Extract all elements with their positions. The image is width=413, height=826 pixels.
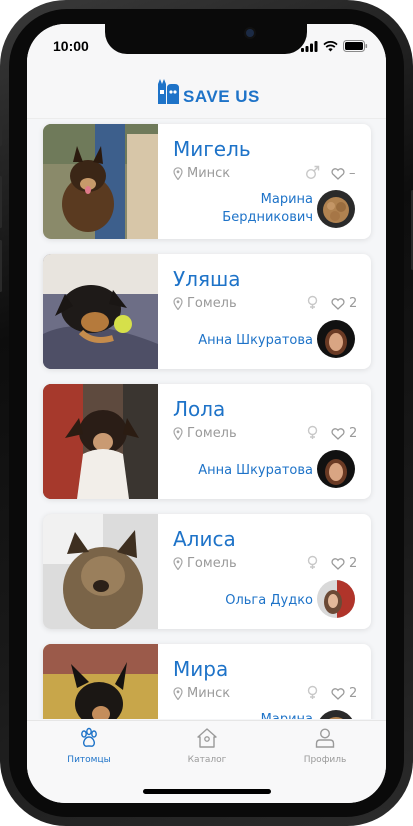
owner-name-line: Анна Шкуратова (198, 463, 313, 478)
status-icons (301, 40, 368, 52)
pet-location: Гомель (173, 426, 237, 441)
pet-city: Гомель (187, 556, 237, 571)
owner-avatar[interactable] (317, 710, 355, 719)
tab-pets[interactable]: Питомцы (39, 727, 139, 765)
pet-location: Минск (173, 686, 230, 701)
home-icon (197, 728, 217, 748)
app-logo: SAVE US (155, 76, 260, 106)
pet-likes[interactable]: – (331, 166, 356, 181)
female-icon (307, 295, 318, 309)
owner-name-line: Анна Шкуратова (198, 333, 313, 348)
pet-location: Гомель (173, 556, 237, 571)
heart-icon[interactable] (331, 297, 345, 310)
likes-count: 2 (349, 686, 358, 701)
owner-name[interactable]: Анна Шкуратова (153, 462, 313, 480)
location-pin-icon (173, 427, 183, 440)
location-pin-icon (173, 297, 183, 310)
pet-location: Минск (173, 166, 230, 181)
pet-card-ulyasha[interactable]: Уляша Гомель 2 Анна Шкуратова (43, 254, 371, 369)
likes-count: – (349, 166, 356, 181)
battery-icon (343, 40, 368, 52)
owner-avatar[interactable] (317, 580, 355, 618)
pet-name: Мира (173, 657, 229, 681)
paw-icon (81, 727, 97, 747)
owner-name[interactable]: Марина Бердникович (153, 191, 313, 227)
location-pin-icon (173, 687, 183, 700)
owner-name-line: Ольга Дудко (225, 593, 313, 608)
heart-icon[interactable] (331, 557, 345, 570)
female-icon (307, 425, 318, 439)
pet-photo (43, 384, 158, 499)
location-pin-icon (173, 167, 183, 180)
mute-switch (0, 118, 2, 146)
pet-city: Гомель (187, 296, 237, 311)
owner-name-line: Бердникович (222, 210, 313, 225)
tab-catalog[interactable]: Каталог (157, 727, 257, 765)
pet-city: Гомель (187, 426, 237, 441)
pet-likes[interactable]: 2 (331, 426, 357, 441)
male-icon (305, 165, 320, 180)
pet-location: Гомель (173, 296, 237, 311)
tab-label: Профиль (303, 755, 347, 765)
pet-likes[interactable]: 2 (331, 686, 357, 701)
volume-up-button (0, 176, 2, 228)
pet-photo (43, 124, 158, 239)
female-icon (307, 685, 318, 699)
owner-name[interactable]: Ольга Дудко (153, 592, 313, 610)
app-screen: 10:00 SAVE US Мигель Минск – Марина Берд… (27, 24, 386, 803)
pet-name: Лола (173, 397, 226, 421)
logo-animals-icon (158, 79, 179, 104)
pet-likes[interactable]: 2 (331, 296, 357, 311)
volume-down-button (0, 240, 2, 292)
logo-text: SAVE US (183, 87, 260, 106)
tab-bar: Питомцы Каталог Профиль (27, 720, 386, 803)
owner-avatar[interactable] (317, 190, 355, 228)
heart-icon[interactable] (331, 687, 345, 700)
front-camera (246, 29, 254, 37)
owner-name[interactable]: Марина (153, 711, 313, 719)
pet-card-mira[interactable]: Мира Минск 2 (43, 644, 371, 719)
tab-label: Питомцы (67, 755, 111, 765)
phone-frame: 10:00 SAVE US Мигель Минск – Марина Берд… (0, 0, 413, 826)
app-header: SAVE US (27, 68, 386, 119)
owner-name-line: Марина (153, 711, 313, 719)
pet-card-lola[interactable]: Лола Гомель 2 Анна Шкуратова (43, 384, 371, 499)
owner-avatar[interactable] (317, 320, 355, 358)
status-time: 10:00 (53, 38, 89, 54)
tab-label: Каталог (187, 755, 227, 765)
tab-profile[interactable]: Профиль (275, 727, 375, 765)
pet-list[interactable]: Мигель Минск – Марина Бердникович Уляша … (27, 119, 386, 719)
home-indicator[interactable] (143, 789, 271, 794)
pet-name: Мигель (173, 137, 251, 161)
heart-icon[interactable] (331, 427, 345, 440)
pet-city: Минск (187, 686, 231, 701)
pet-card-migel[interactable]: Мигель Минск – Марина Бердникович (43, 124, 371, 239)
pet-name: Уляша (173, 267, 241, 291)
user-icon (315, 728, 335, 748)
pet-photo (43, 514, 158, 629)
pet-likes[interactable]: 2 (331, 556, 357, 571)
heart-icon[interactable] (331, 167, 345, 180)
pet-name: Алиса (173, 527, 236, 551)
likes-count: 2 (349, 426, 358, 441)
pet-city: Минск (187, 166, 231, 181)
notch (105, 24, 307, 54)
location-pin-icon (173, 557, 183, 570)
likes-count: 2 (349, 296, 358, 311)
wifi-icon (323, 40, 338, 51)
pet-photo (43, 644, 158, 719)
likes-count: 2 (349, 556, 358, 571)
female-icon (307, 555, 318, 569)
owner-name[interactable]: Анна Шкуратова (153, 332, 313, 350)
pet-card-alisa[interactable]: Алиса Гомель 2 Ольга Дудко (43, 514, 371, 629)
owner-avatar[interactable] (317, 450, 355, 488)
pet-photo (43, 254, 158, 369)
owner-name-line: Марина (260, 192, 313, 207)
